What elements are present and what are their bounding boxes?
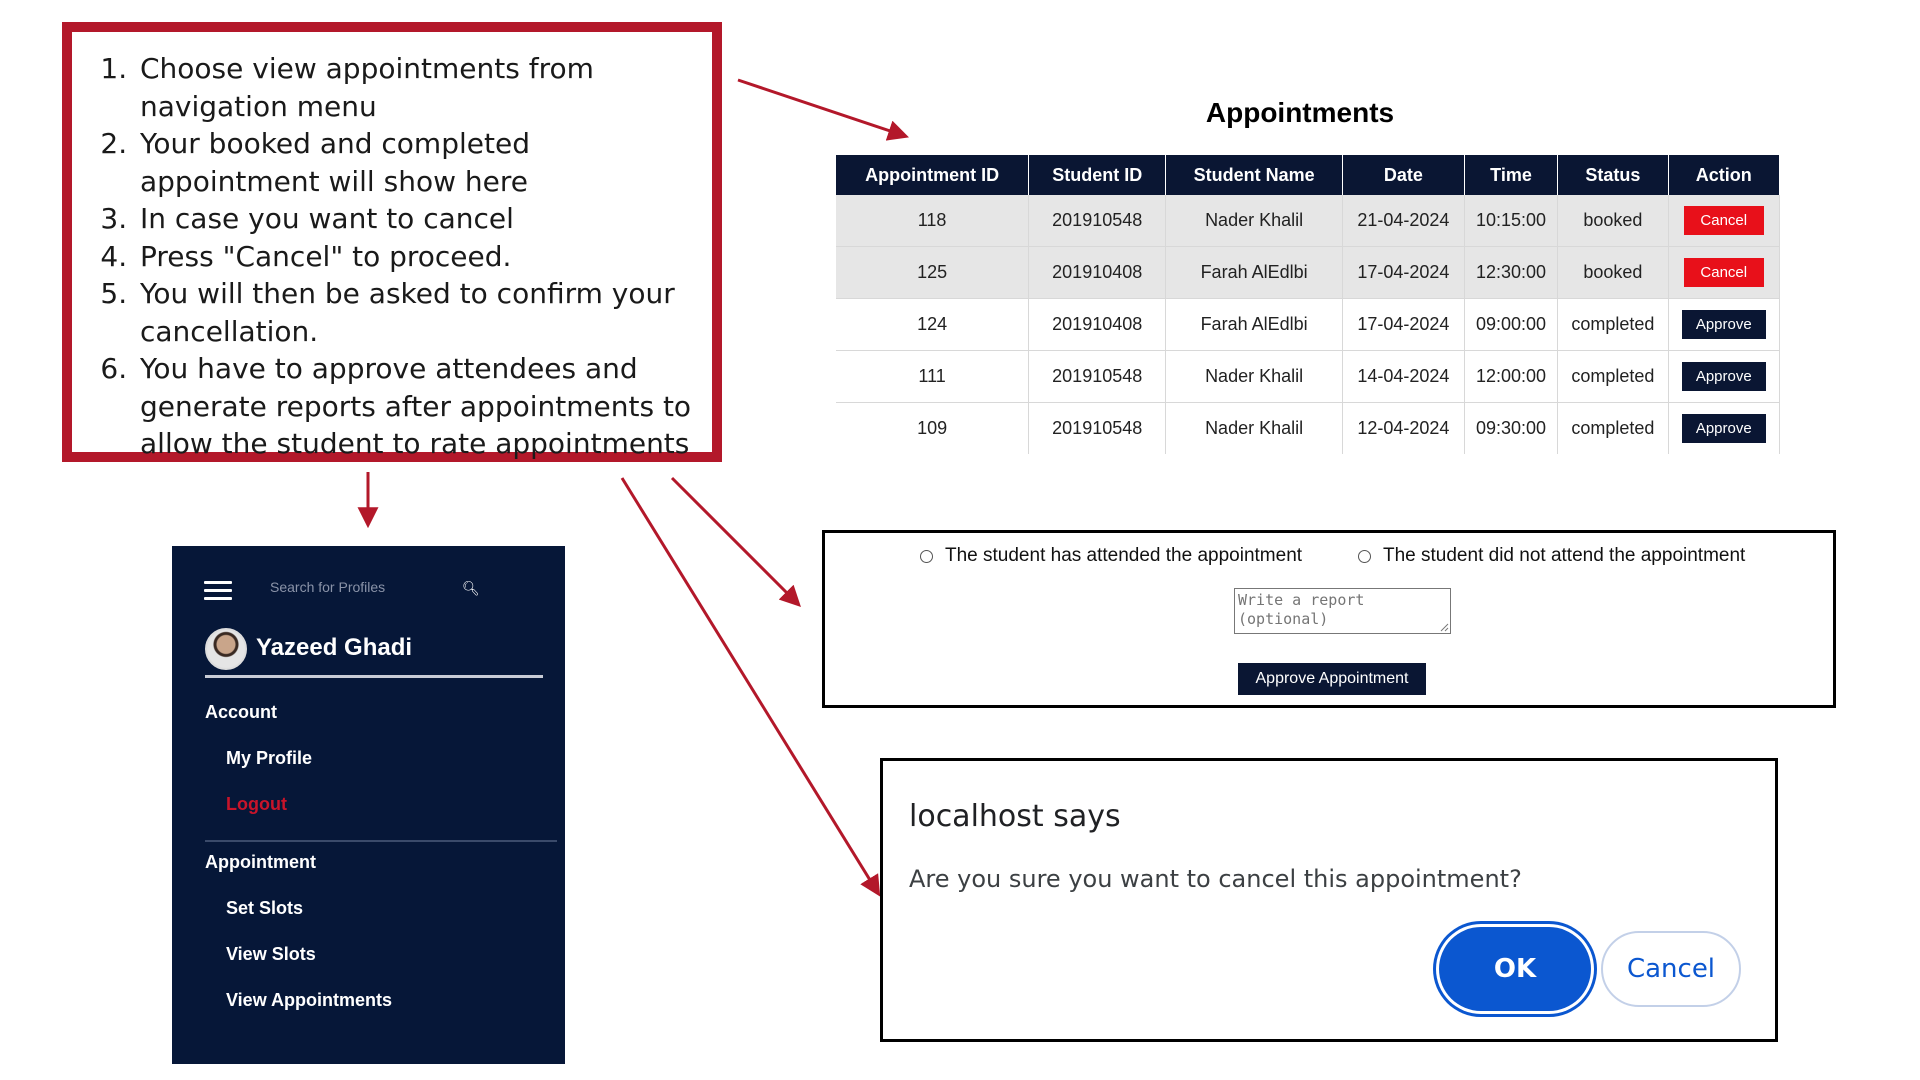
cell-student-id: 201910408 [1028,246,1167,299]
instruction-step: In case you want to cancel [136,200,702,238]
search-icon[interactable]: 🔍︎ [462,580,480,597]
radio-button[interactable] [920,549,933,563]
nav-item-my-profile[interactable]: My Profile [226,748,312,769]
instructions-box: Choose view appointments from navigation… [62,22,722,462]
approve-appointment-button[interactable]: Approve [1681,362,1766,391]
cell-time: 09:00:00 [1464,298,1559,351]
instruction-step: You will then be asked to confirm your c… [136,275,702,350]
table-row: 109 201910548 Nader Khalil 12-04-2024 09… [836,402,1781,454]
cancel-appointment-button[interactable]: Cancel [1683,258,1764,287]
cell-student-id: 201910408 [1028,298,1167,351]
radio-attended[interactable]: The student has attended the appointment [920,545,1302,567]
nav-divider [205,840,557,842]
approve-appointment-button[interactable]: Approve [1681,310,1766,339]
cell-student-id: 201910548 [1028,350,1167,403]
table-row: 124 201910408 Farah AlEdlbi 17-04-2024 0… [836,298,1781,351]
cell-date: 17-04-2024 [1342,298,1465,351]
radio-not-attended[interactable]: The student did not attend the appointme… [1358,545,1745,567]
radio-attended-label: The student has attended the appointment [945,545,1303,566]
search-input[interactable] [268,578,442,596]
cell-appointment-id: 125 [836,246,1030,299]
column-header-student-id: Student ID [1028,155,1167,195]
avatar [205,628,247,670]
instruction-step: Your booked and completed appointment wi… [136,125,702,200]
column-header-time: Time [1464,155,1559,195]
cell-time: 09:30:00 [1464,402,1559,454]
cell-action: Approve [1668,298,1781,351]
approve-panel: The student has attended the appointment… [822,530,1836,708]
dialog-cancel-button[interactable]: Cancel [1601,931,1741,1007]
dialog-message: Are you sure you want to cancel this app… [909,865,1522,893]
cell-status: completed [1557,350,1669,403]
column-header-student-name: Student Name [1165,155,1343,195]
cell-appointment-id: 109 [836,402,1030,454]
cell-date: 21-04-2024 [1342,195,1465,247]
approve-appointment-button[interactable]: Approve [1681,414,1766,443]
cell-student-id: 201910548 [1028,195,1167,247]
table-row: 111 201910548 Nader Khalil 14-04-2024 12… [836,350,1781,403]
cell-student-id: 201910548 [1028,402,1167,454]
radio-not-attended-label: The student did not attend the appointme… [1383,545,1746,566]
nav-heading-appointment: Appointment [205,852,316,872]
nav-heading-account: Account [205,702,277,722]
cell-appointment-id: 118 [836,195,1030,247]
instruction-step: Press "Cancel" to proceed. [136,238,702,276]
user-divider [205,675,543,678]
nav-item-set-slots[interactable]: Set Slots [226,898,303,919]
navigation-sidebar: 🔍︎ Yazeed Ghadi Account My Profile Logou… [172,546,565,1064]
cell-action: Approve [1668,350,1781,403]
cell-date: 12-04-2024 [1342,402,1465,454]
cancel-appointment-button[interactable]: Cancel [1683,206,1764,235]
column-header-status: Status [1557,155,1669,195]
nav-item-view-appointments[interactable]: View Appointments [226,990,392,1011]
cell-appointment-id: 124 [836,298,1030,351]
appointments-table: Appointment ID Student ID Student Name D… [836,155,1781,454]
cell-status: booked [1557,246,1669,299]
dialog-title: localhost says [909,799,1121,834]
table-row: 125 201910408 Farah AlEdlbi 17-04-2024 1… [836,246,1781,299]
cell-date: 14-04-2024 [1342,350,1465,403]
resize-grip-icon[interactable] [1439,622,1449,632]
cell-action: Cancel [1668,195,1781,247]
arrow-to-approve-panel [670,476,801,607]
cell-time: 12:00:00 [1464,350,1559,403]
cell-time: 12:30:00 [1464,246,1559,299]
radio-button[interactable] [1358,549,1371,563]
cell-time: 10:15:00 [1464,195,1559,247]
cell-student-name: Nader Khalil [1165,350,1343,403]
cell-action: Approve [1668,402,1781,454]
table-header-row: Appointment ID Student ID Student Name D… [836,155,1781,195]
cell-student-name: Farah AlEdlbi [1165,298,1343,351]
cell-action: Cancel [1668,246,1781,299]
arrow-to-table [737,78,909,141]
ok-button[interactable]: OK [1439,927,1591,1011]
instruction-step: You have to approve attendees and genera… [136,350,702,463]
column-header-action: Action [1668,155,1781,195]
cell-student-name: Nader Khalil [1165,195,1343,247]
menu-icon[interactable] [204,581,232,605]
cell-status: completed [1557,402,1669,454]
instructions-list: Choose view appointments from navigation… [72,32,712,463]
report-textarea[interactable] [1234,588,1451,634]
approve-appointment-submit-button[interactable]: Approve Appointment [1238,663,1426,695]
confirm-dialog: localhost says Are you sure you want to … [880,758,1778,1042]
cell-date: 17-04-2024 [1342,246,1465,299]
cell-appointment-id: 111 [836,350,1030,403]
user-name: Yazeed Ghadi [256,634,413,661]
instruction-step: Choose view appointments from navigation… [136,50,702,125]
cell-status: booked [1557,195,1669,247]
nav-item-logout[interactable]: Logout [226,794,287,815]
cell-status: completed [1557,298,1669,351]
appointments-title: Appointments [1205,97,1395,128]
column-header-appointment-id: Appointment ID [836,155,1030,195]
table-row: 118 201910548 Nader Khalil 21-04-2024 10… [836,195,1781,247]
nav-item-view-slots[interactable]: View Slots [226,944,316,965]
cell-student-name: Farah AlEdlbi [1165,246,1343,299]
column-header-date: Date [1342,155,1465,195]
cell-student-name: Nader Khalil [1165,402,1343,454]
